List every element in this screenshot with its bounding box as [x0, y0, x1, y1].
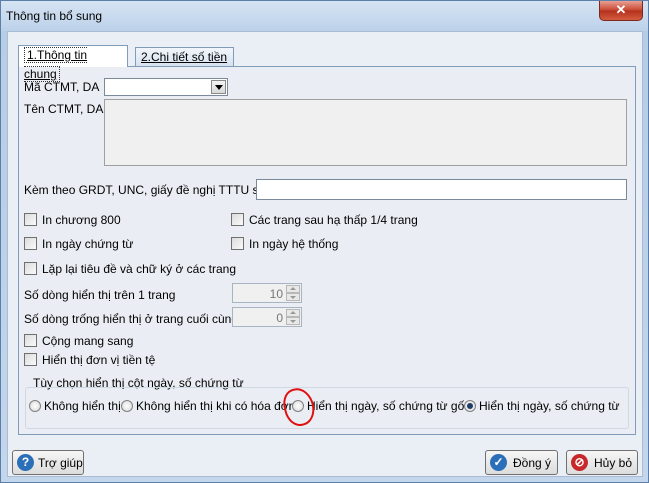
cong-mang-sang-label: Cộng mang sang [42, 334, 134, 348]
cac-trang-sau-checkbox[interactable] [231, 213, 244, 226]
dialog-body: 1.Thông tin chung 2.Chi tiết số tiền Mã … [7, 31, 643, 477]
kem-theo-field[interactable] [256, 179, 627, 200]
radio-hien-thi-ngay-so-chung-tu-goc-label: Hiển thị ngày, số chứng từ gốc [307, 399, 471, 413]
radio-khong-hien-thi-khi-co-hoa-don[interactable] [121, 400, 133, 412]
in-chuong-800-checkbox[interactable] [24, 213, 37, 226]
so-dong-trong-label: Số dòng trống hiển thị ở trang cuối cùng [24, 312, 239, 326]
spin-up-icon[interactable] [286, 309, 300, 317]
help-button[interactable]: ? Trợ giúp [12, 450, 84, 475]
so-dong-hien-thi-stepper[interactable]: 10 [232, 283, 302, 303]
title-bar: Thông tin bổ sung ✕ [1, 1, 648, 31]
close-icon: ✕ [615, 2, 627, 17]
spin-down-icon[interactable] [286, 293, 300, 301]
tab-chi-tiet-so-tien[interactable]: 2.Chi tiết số tiền [135, 47, 234, 66]
in-ngay-chung-tu-checkbox[interactable] [24, 237, 37, 250]
dialog-window: Thông tin bổ sung ✕ 1.Thông tin chung 2.… [0, 0, 649, 483]
close-button[interactable]: ✕ [599, 1, 643, 21]
chevron-down-icon[interactable] [211, 80, 226, 94]
lap-lai-tieu-de-label: Lặp lại tiêu đề và chữ ký ở các trang [42, 262, 237, 276]
kem-theo-label: Kèm theo GRDT, UNC, giấy đề nghị TTTU số [24, 183, 266, 197]
radio-khong-hien-thi-label: Không hiển thị [44, 399, 121, 413]
ten-ctmt-label: Tên CTMT, DA [24, 102, 104, 116]
ok-button[interactable]: ✓ Đồng ý [485, 450, 558, 475]
tab-thong-tin-chung[interactable]: 1.Thông tin chung [18, 45, 128, 82]
cac-trang-sau-label: Các trang sau hạ thấp 1/4 trang [249, 213, 418, 227]
ma-ctmt-combobox[interactable] [104, 78, 228, 96]
so-dong-hien-thi-label: Số dòng hiển thị trên 1 trang [24, 288, 176, 302]
radio-khong-hien-thi-khi-co-hoa-don-label: Không hiển thị khi có hóa đơn [136, 399, 296, 413]
window-title: Thông tin bổ sung [6, 9, 103, 23]
cong-mang-sang-checkbox[interactable] [24, 334, 37, 347]
checkmark-icon: ✓ [490, 454, 507, 471]
so-dong-trong-stepper[interactable]: 0 [232, 307, 302, 327]
lap-lai-tieu-de-checkbox[interactable] [24, 262, 37, 275]
in-ngay-chung-tu-label: In ngày chứng từ [42, 237, 134, 251]
ten-ctmt-field[interactable] [104, 99, 627, 166]
in-ngay-he-thong-checkbox[interactable] [231, 237, 244, 250]
tab-panel: Mã CTMT, DA Tên CTMT, DA Kèm theo GRDT, … [18, 66, 636, 435]
in-chuong-800-label: In chương 800 [42, 213, 121, 227]
spin-up-icon[interactable] [286, 285, 300, 293]
radio-hien-thi-ngay-so-chung-tu[interactable] [464, 400, 476, 412]
radio-hien-thi-ngay-so-chung-tu-label: Hiển thị ngày, số chứng từ [479, 399, 620, 413]
spin-down-icon[interactable] [286, 317, 300, 325]
cancel-button[interactable]: ⊘ Hủy bỏ [566, 450, 638, 475]
cancel-icon: ⊘ [571, 454, 588, 471]
radio-khong-hien-thi[interactable] [29, 400, 41, 412]
hien-thi-don-vi-checkbox[interactable] [24, 353, 37, 366]
in-ngay-he-thong-label: In ngày hệ thống [249, 237, 339, 251]
help-icon: ? [17, 454, 34, 471]
hien-thi-don-vi-label: Hiển thị đơn vị tiền tệ [42, 353, 156, 367]
